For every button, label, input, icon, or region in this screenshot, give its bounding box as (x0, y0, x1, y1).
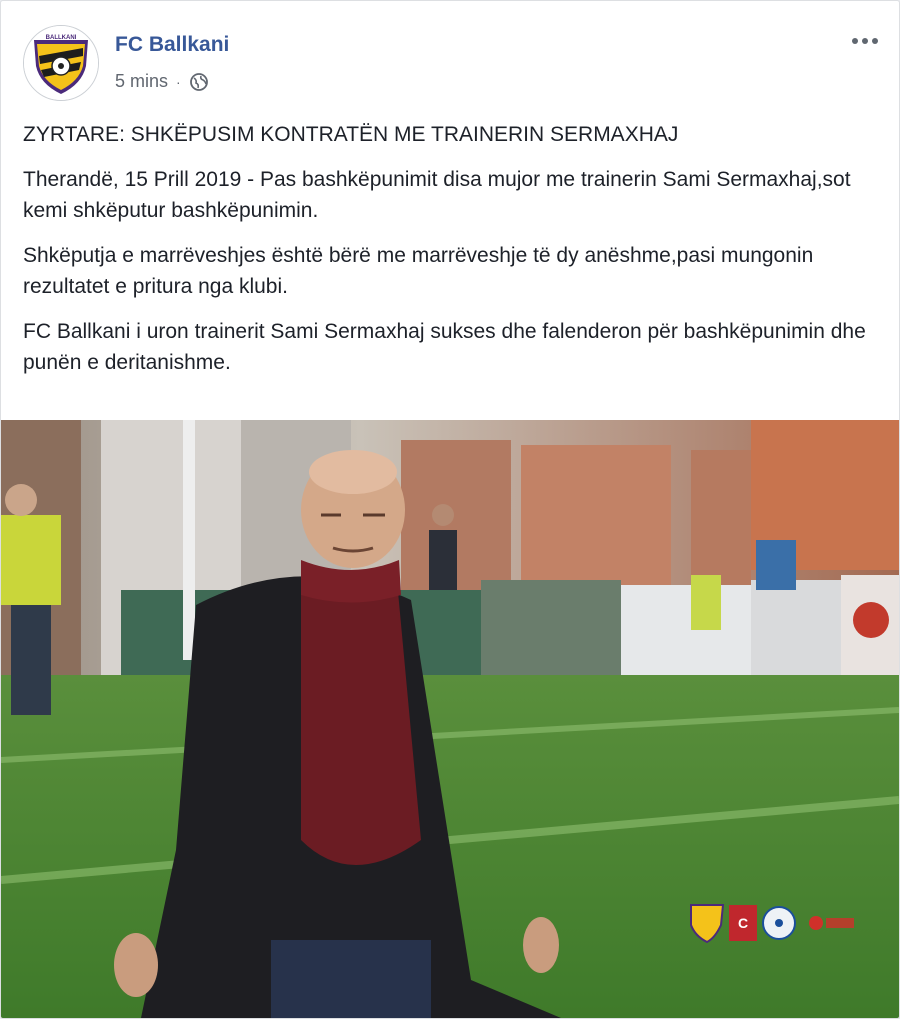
post-photo[interactable]: C (1, 420, 899, 1018)
post-headline: ZYRTARE: SHKËPUSIM KONTRATËN ME TRAINERI… (23, 123, 679, 146)
post-paragraph: FC Ballkani i uron trainerit Sami Sermax… (23, 320, 866, 374)
facebook-post: BALLKANI FC Ballkani 5 mins · ZYRTARE: S… (0, 0, 900, 1019)
meta-separator: · (176, 73, 181, 90)
svg-text:C: C (738, 915, 748, 931)
more-dots-icon (852, 38, 858, 44)
club-crest-icon: BALLKANI (24, 26, 98, 100)
post-paragraph: Shkëputja e marrëveshjes është bërë me m… (23, 244, 814, 298)
svg-text:BALLKANI: BALLKANI (46, 35, 77, 41)
post-timestamp[interactable]: 5 mins (115, 71, 168, 92)
page-name-link[interactable]: FC Ballkani (115, 33, 229, 57)
globe-icon[interactable] (189, 72, 209, 92)
post-text: ZYRTARE: SHKËPUSIM KONTRATËN ME TRAINERI… (23, 119, 883, 392)
page-avatar[interactable]: BALLKANI (23, 25, 99, 101)
post-header: BALLKANI FC Ballkani 5 mins · (23, 25, 883, 105)
post-meta: 5 mins · (115, 71, 209, 92)
post-paragraph: Therandë, 15 Prill 2019 - Pas bashkëpuni… (23, 168, 851, 222)
coach-photo-illustration: C (1, 420, 899, 1018)
more-options-button[interactable] (847, 29, 883, 53)
